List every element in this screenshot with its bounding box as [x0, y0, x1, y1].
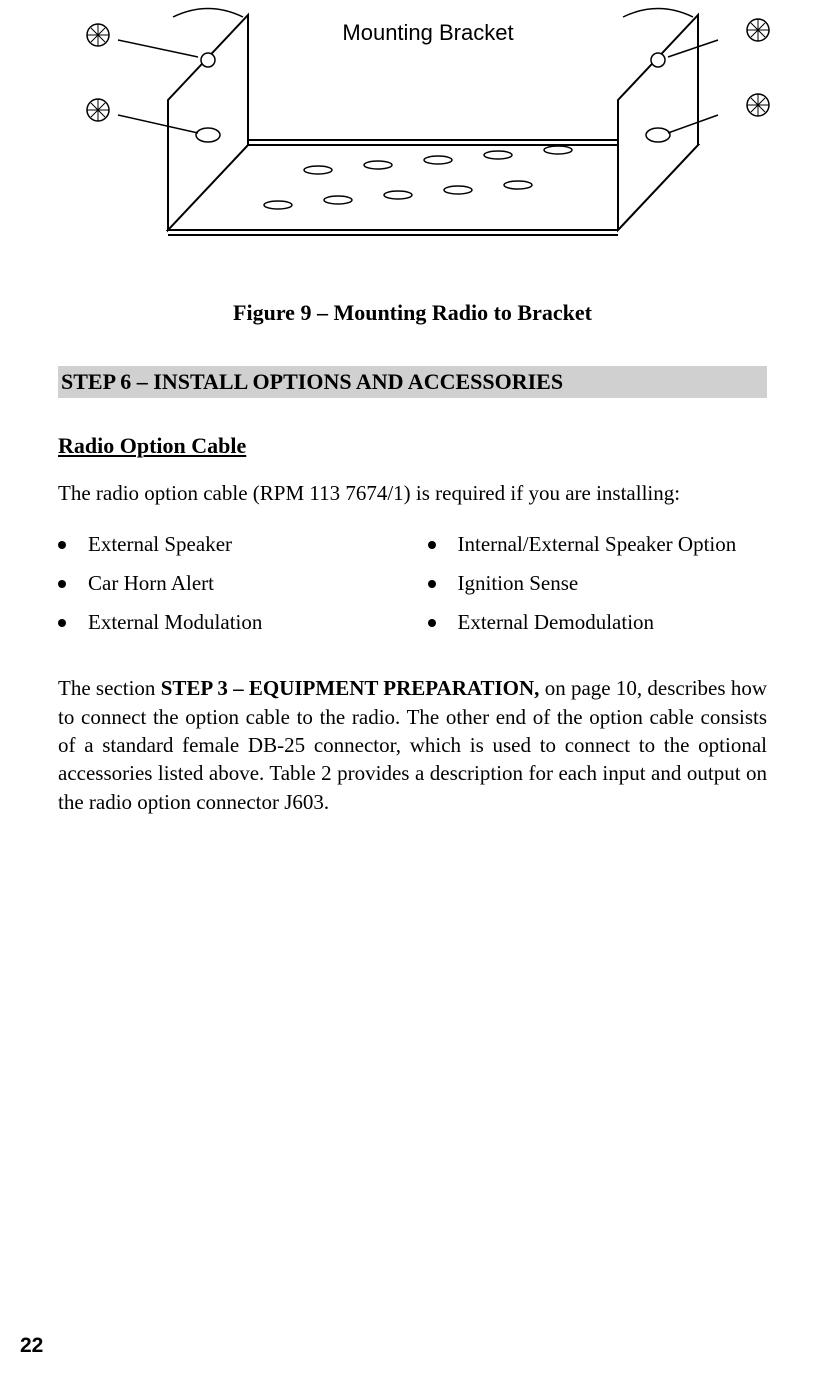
bullet-column-left: External Speaker Car Horn Alert External…	[58, 532, 398, 649]
figure-mounting-bracket: Mounting Bracket	[58, 5, 767, 245]
list-item: Car Horn Alert	[58, 571, 398, 596]
body-text-pre: The section	[58, 676, 161, 700]
intro-paragraph: The radio option cable (RPM 113 7674/1) …	[58, 479, 767, 507]
list-item: External Modulation	[58, 610, 398, 635]
step-heading: STEP 6 – INSTALL OPTIONS AND ACCESSORIES	[58, 366, 767, 398]
bracket-label-text: Mounting Bracket	[342, 20, 513, 45]
screw-icon	[87, 24, 109, 46]
bullet-text: Internal/External Speaker Option	[458, 532, 737, 557]
bullet-list: External Speaker Car Horn Alert External…	[58, 532, 767, 649]
list-item: Ignition Sense	[428, 571, 768, 596]
bullet-icon	[428, 580, 436, 588]
bullet-icon	[428, 541, 436, 549]
list-item: Internal/External Speaker Option	[428, 532, 768, 557]
page-number: 22	[20, 1334, 43, 1358]
list-item: External Speaker	[58, 532, 398, 557]
mounting-bracket-diagram: Mounting Bracket	[58, 5, 778, 245]
list-item: External Demodulation	[428, 610, 768, 635]
bullet-icon	[58, 580, 66, 588]
screw-icon	[747, 19, 769, 41]
figure-caption: Figure 9 – Mounting Radio to Bracket	[58, 300, 767, 326]
bullet-icon	[58, 619, 66, 627]
bullet-text: External Demodulation	[458, 610, 655, 635]
bullet-icon	[58, 541, 66, 549]
bullet-icon	[428, 619, 436, 627]
subheading-radio-option-cable: Radio Option Cable	[58, 433, 767, 459]
bullet-text: External Modulation	[88, 610, 262, 635]
body-text-bold: STEP 3 – EQUIPMENT PREPARATION,	[161, 676, 540, 700]
screw-icon	[87, 99, 109, 121]
bullet-text: Ignition Sense	[458, 571, 579, 596]
bullet-text: External Speaker	[88, 532, 232, 557]
screw-icon	[747, 94, 769, 116]
bullet-text: Car Horn Alert	[88, 571, 214, 596]
body-paragraph: The section STEP 3 – EQUIPMENT PREPARATI…	[58, 674, 767, 816]
bullet-column-right: Internal/External Speaker Option Ignitio…	[428, 532, 768, 649]
